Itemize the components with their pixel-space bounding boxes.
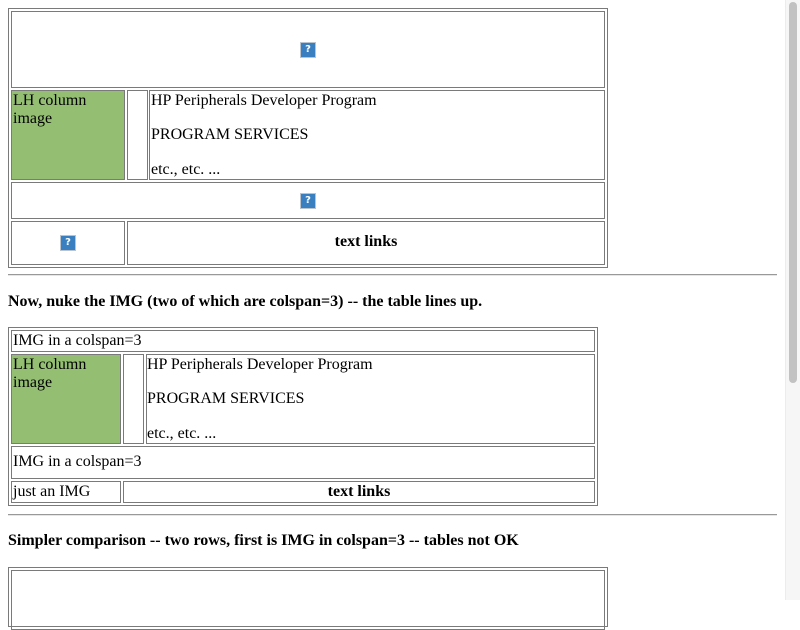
img-colspan-text: IMG in a colspan=3 (13, 453, 142, 470)
just-an-img-text: just an IMG (13, 483, 91, 500)
heading-nuke-img: Now, nuke the IMG (two of which are cols… (8, 293, 483, 310)
spacer-cell (127, 90, 148, 180)
text-links[interactable]: text links (127, 233, 605, 251)
program-services: PROGRAM SERVICES (151, 126, 309, 143)
broken-image-icon: ? (60, 235, 76, 251)
program-title: HP Peripherals Developer Program (151, 92, 377, 109)
heading-simpler-comparison: Simpler comparison -- two rows, first is… (8, 532, 519, 549)
program-etc: etc., etc. ... (151, 161, 221, 178)
horizontal-rule (8, 274, 777, 276)
program-etc: etc., etc. ... (147, 425, 217, 442)
scrollbar-thumb[interactable] (789, 2, 797, 383)
lh-column-image-text: LH column image (13, 356, 87, 391)
horizontal-rule (8, 514, 777, 516)
img-colspan-text: IMG in a colspan=3 (13, 332, 142, 349)
lh-column-image-text: LH column image (13, 92, 87, 127)
spacer-cell (123, 354, 144, 444)
program-title: HP Peripherals Developer Program (147, 356, 373, 373)
broken-image-icon: ? (300, 42, 316, 58)
broken-image-icon: ? (300, 193, 316, 209)
text-links[interactable]: text links (123, 483, 595, 501)
program-services: PROGRAM SERVICES (147, 390, 305, 407)
table-3-image-cell (11, 570, 605, 630)
